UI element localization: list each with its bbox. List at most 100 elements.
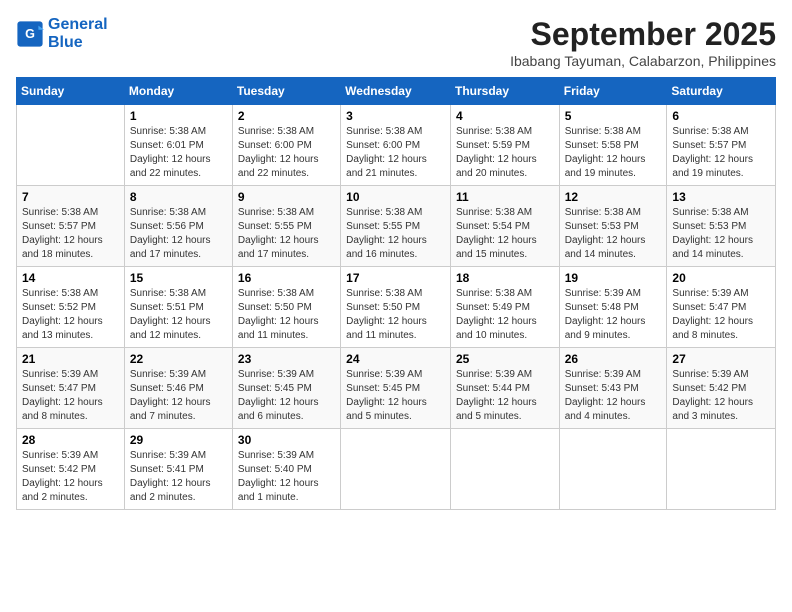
day-number: 10 bbox=[346, 190, 445, 204]
calendar-cell: 6 Sunrise: 5:38 AM Sunset: 5:57 PM Daylig… bbox=[667, 105, 776, 186]
calendar-week-row: 28 Sunrise: 5:39 AM Sunset: 5:42 PM Dayli… bbox=[17, 429, 776, 510]
logo-text: General Blue bbox=[48, 16, 108, 51]
day-number: 12 bbox=[565, 190, 662, 204]
title-block: September 2025 Ibabang Tayuman, Calabarz… bbox=[510, 16, 776, 69]
day-info: Sunrise: 5:38 AM Sunset: 5:57 PM Dayligh… bbox=[22, 206, 119, 262]
day-number: 2 bbox=[238, 109, 335, 123]
calendar-week-row: 14Sunrise: 5:38 AM Sunset: 5:52 PM Dayli… bbox=[17, 267, 776, 348]
day-number: 21 bbox=[22, 352, 119, 366]
day-info: Sunrise: 5:38 AM Sunset: 5:55 PM Dayligh… bbox=[238, 206, 335, 262]
day-info: Sunrise: 5:39 AM Sunset: 5:43 PM Dayligh… bbox=[565, 368, 662, 424]
calendar-table: SundayMondayTuesdayWednesdayThursdayFrid… bbox=[16, 77, 776, 510]
logo-line1: General bbox=[48, 16, 108, 33]
column-header-friday: Friday bbox=[559, 78, 667, 105]
day-info: Sunrise: 5:39 AM Sunset: 5:45 PM Dayligh… bbox=[238, 368, 335, 424]
day-number: 18 bbox=[456, 271, 554, 285]
svg-text:G: G bbox=[25, 27, 35, 41]
day-info: Sunrise: 5:39 AM Sunset: 5:42 PM Dayligh… bbox=[22, 449, 119, 505]
day-info: Sunrise: 5:38 AM Sunset: 5:50 PM Dayligh… bbox=[238, 287, 335, 343]
day-number: 1 bbox=[130, 109, 227, 123]
day-number: 24 bbox=[346, 352, 445, 366]
calendar-week-row: 21Sunrise: 5:39 AM Sunset: 5:47 PM Dayli… bbox=[17, 348, 776, 429]
column-header-thursday: Thursday bbox=[450, 78, 559, 105]
day-number: 30 bbox=[238, 433, 335, 447]
day-number: 17 bbox=[346, 271, 445, 285]
calendar-cell: 24 Sunrise: 5:39 AM Sunset: 5:45 PM Dayli… bbox=[341, 348, 451, 429]
day-number: 26 bbox=[565, 352, 662, 366]
calendar-cell: 25 Sunrise: 5:39 AM Sunset: 5:44 PM Dayli… bbox=[450, 348, 559, 429]
logo-line2: Blue bbox=[48, 34, 108, 52]
logo: G General Blue bbox=[16, 16, 108, 51]
calendar-cell: 30 Sunrise: 5:39 AM Sunset: 5:40 PM Dayli… bbox=[232, 429, 340, 510]
day-info: Sunrise: 5:38 AM Sunset: 5:55 PM Dayligh… bbox=[346, 206, 445, 262]
calendar-cell: 4 Sunrise: 5:38 AM Sunset: 5:59 PM Daylig… bbox=[450, 105, 559, 186]
calendar-cell: 18 Sunrise: 5:38 AM Sunset: 5:49 PM Dayli… bbox=[450, 267, 559, 348]
calendar-cell: 14Sunrise: 5:38 AM Sunset: 5:52 PM Dayli… bbox=[17, 267, 125, 348]
calendar-cell bbox=[559, 429, 667, 510]
calendar-header-row: SundayMondayTuesdayWednesdayThursdayFrid… bbox=[17, 78, 776, 105]
day-info: Sunrise: 5:38 AM Sunset: 5:57 PM Dayligh… bbox=[672, 125, 770, 181]
calendar-cell: 21Sunrise: 5:39 AM Sunset: 5:47 PM Dayli… bbox=[17, 348, 125, 429]
day-info: Sunrise: 5:39 AM Sunset: 5:47 PM Dayligh… bbox=[672, 287, 770, 343]
calendar-cell bbox=[667, 429, 776, 510]
day-number: 3 bbox=[346, 109, 445, 123]
calendar-cell: 17 Sunrise: 5:38 AM Sunset: 5:50 PM Dayli… bbox=[341, 267, 451, 348]
day-info: Sunrise: 5:38 AM Sunset: 5:53 PM Dayligh… bbox=[565, 206, 662, 262]
calendar-cell: 2 Sunrise: 5:38 AM Sunset: 6:00 PM Daylig… bbox=[232, 105, 340, 186]
day-info: Sunrise: 5:39 AM Sunset: 5:48 PM Dayligh… bbox=[565, 287, 662, 343]
day-info: Sunrise: 5:39 AM Sunset: 5:46 PM Dayligh… bbox=[130, 368, 227, 424]
calendar-cell: 9 Sunrise: 5:38 AM Sunset: 5:55 PM Daylig… bbox=[232, 186, 340, 267]
calendar-cell: 13Sunrise: 5:38 AM Sunset: 5:53 PM Dayli… bbox=[667, 186, 776, 267]
calendar-cell: 1 Sunrise: 5:38 AM Sunset: 6:01 PM Daylig… bbox=[124, 105, 232, 186]
day-number: 29 bbox=[130, 433, 227, 447]
day-info: Sunrise: 5:38 AM Sunset: 5:54 PM Dayligh… bbox=[456, 206, 554, 262]
column-header-saturday: Saturday bbox=[667, 78, 776, 105]
day-number: 23 bbox=[238, 352, 335, 366]
day-number: 28 bbox=[22, 433, 119, 447]
day-info: Sunrise: 5:38 AM Sunset: 5:59 PM Dayligh… bbox=[456, 125, 554, 181]
day-info: Sunrise: 5:38 AM Sunset: 5:49 PM Dayligh… bbox=[456, 287, 554, 343]
page-header: G General Blue September 2025 Ibabang Ta… bbox=[16, 16, 776, 69]
day-info: Sunrise: 5:38 AM Sunset: 6:00 PM Dayligh… bbox=[238, 125, 335, 181]
day-number: 14 bbox=[22, 271, 119, 285]
day-info: Sunrise: 5:39 AM Sunset: 5:44 PM Dayligh… bbox=[456, 368, 554, 424]
day-info: Sunrise: 5:39 AM Sunset: 5:42 PM Dayligh… bbox=[672, 368, 770, 424]
calendar-cell bbox=[450, 429, 559, 510]
day-number: 6 bbox=[672, 109, 770, 123]
day-number: 22 bbox=[130, 352, 227, 366]
day-info: Sunrise: 5:38 AM Sunset: 5:53 PM Dayligh… bbox=[672, 206, 770, 262]
calendar-cell: 23 Sunrise: 5:39 AM Sunset: 5:45 PM Dayli… bbox=[232, 348, 340, 429]
day-info: Sunrise: 5:38 AM Sunset: 5:58 PM Dayligh… bbox=[565, 125, 662, 181]
logo-icon: G bbox=[16, 20, 44, 48]
day-number: 9 bbox=[238, 190, 335, 204]
day-number: 15 bbox=[130, 271, 227, 285]
day-number: 4 bbox=[456, 109, 554, 123]
column-header-tuesday: Tuesday bbox=[232, 78, 340, 105]
calendar-cell: 3Sunrise: 5:38 AM Sunset: 6:00 PM Daylig… bbox=[341, 105, 451, 186]
day-number: 25 bbox=[456, 352, 554, 366]
day-info: Sunrise: 5:38 AM Sunset: 6:01 PM Dayligh… bbox=[130, 125, 227, 181]
column-header-sunday: Sunday bbox=[17, 78, 125, 105]
day-info: Sunrise: 5:39 AM Sunset: 5:45 PM Dayligh… bbox=[346, 368, 445, 424]
calendar-cell: 16 Sunrise: 5:38 AM Sunset: 5:50 PM Dayli… bbox=[232, 267, 340, 348]
day-number: 20 bbox=[672, 271, 770, 285]
calendar-cell: 10 Sunrise: 5:38 AM Sunset: 5:55 PM Dayli… bbox=[341, 186, 451, 267]
day-number: 19 bbox=[565, 271, 662, 285]
day-info: Sunrise: 5:39 AM Sunset: 5:40 PM Dayligh… bbox=[238, 449, 335, 505]
calendar-cell: 12 Sunrise: 5:38 AM Sunset: 5:53 PM Dayli… bbox=[559, 186, 667, 267]
day-info: Sunrise: 5:39 AM Sunset: 5:41 PM Dayligh… bbox=[130, 449, 227, 505]
month-title: September 2025 bbox=[510, 16, 776, 53]
calendar-cell: 28 Sunrise: 5:39 AM Sunset: 5:42 PM Dayli… bbox=[17, 429, 125, 510]
day-number: 8 bbox=[130, 190, 227, 204]
calendar-week-row: 7 Sunrise: 5:38 AM Sunset: 5:57 PM Daylig… bbox=[17, 186, 776, 267]
day-info: Sunrise: 5:38 AM Sunset: 5:50 PM Dayligh… bbox=[346, 287, 445, 343]
day-number: 27 bbox=[672, 352, 770, 366]
day-number: 16 bbox=[238, 271, 335, 285]
calendar-cell: 15Sunrise: 5:38 AM Sunset: 5:51 PM Dayli… bbox=[124, 267, 232, 348]
calendar-cell: 27 Sunrise: 5:39 AM Sunset: 5:42 PM Dayli… bbox=[667, 348, 776, 429]
calendar-cell: 26 Sunrise: 5:39 AM Sunset: 5:43 PM Dayli… bbox=[559, 348, 667, 429]
calendar-cell: 22 Sunrise: 5:39 AM Sunset: 5:46 PM Dayli… bbox=[124, 348, 232, 429]
day-number: 7 bbox=[22, 190, 119, 204]
calendar-cell bbox=[17, 105, 125, 186]
calendar-cell: 7 Sunrise: 5:38 AM Sunset: 5:57 PM Daylig… bbox=[17, 186, 125, 267]
